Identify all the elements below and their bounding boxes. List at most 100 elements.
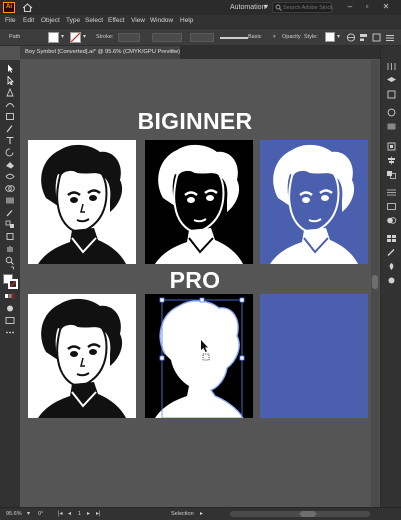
graphic-style-swatch[interactable] — [325, 32, 335, 42]
stroke-weight-field[interactable] — [118, 33, 140, 42]
horizontal-scrollbar[interactable] — [230, 511, 370, 517]
artwork-pro-blue[interactable] — [260, 294, 368, 418]
direct-selection-tool-icon[interactable] — [5, 76, 15, 85]
menu-window[interactable]: Window — [150, 17, 173, 24]
artwork-pro-black-selected[interactable] — [145, 294, 253, 418]
illustrator-logo: Ai — [3, 2, 15, 13]
properties-panel-icon[interactable] — [386, 62, 397, 71]
layers-panel-icon[interactable] — [386, 76, 397, 85]
artwork-pro-white[interactable] — [28, 294, 136, 418]
menu-edit[interactable]: Edit — [23, 17, 34, 24]
first-artboard-icon[interactable]: |◂ — [58, 510, 63, 517]
workspace-switcher[interactable]: Automation — [230, 4, 265, 11]
fill-swatch[interactable] — [48, 32, 59, 43]
boy-portrait-icon — [38, 298, 126, 418]
artboard-tool-icon[interactable] — [5, 232, 15, 241]
menu-effect[interactable]: Effect — [108, 17, 125, 24]
selection-tool-icon[interactable] — [5, 64, 15, 73]
rectangle-tool-icon[interactable] — [5, 112, 15, 121]
vertical-scrollbar[interactable] — [371, 60, 379, 507]
chevron-down-icon[interactable]: ▾ — [273, 34, 276, 40]
pen-tool-icon[interactable] — [5, 88, 15, 97]
globe-icon[interactable] — [346, 33, 356, 42]
artwork-beginner-black[interactable] — [145, 140, 253, 264]
artboard-canvas[interactable]: BIGINNER PRO — [20, 60, 371, 507]
menu-select[interactable]: Select — [85, 17, 103, 24]
artwork-beginner-blue[interactable] — [260, 140, 368, 264]
transform-panel-icon[interactable] — [386, 142, 397, 151]
chevron-right-icon[interactable]: ▸ — [200, 510, 203, 517]
libraries-panel-icon[interactable] — [386, 90, 397, 99]
symbols-panel-icon[interactable] — [386, 262, 397, 271]
brush-definition[interactable] — [190, 33, 214, 42]
last-artboard-icon[interactable]: ▸| — [96, 510, 101, 517]
edit-toolbar-icon[interactable] — [5, 328, 15, 337]
chevron-down-icon[interactable]: ▾ — [61, 33, 64, 40]
menu-type[interactable]: Type — [66, 17, 80, 24]
scrollbar-thumb[interactable] — [372, 275, 378, 289]
close-tab-icon[interactable]: × — [170, 48, 174, 55]
document-tab[interactable]: Boy Symbol [Converted].ai* @ 95.6% (CMYK… — [20, 46, 180, 59]
rotation-angle[interactable]: 0° — [38, 511, 43, 517]
chevron-down-icon[interactable]: ▾ — [264, 2, 268, 11]
eyedropper-tool-icon[interactable] — [5, 208, 15, 217]
brush-stroke-preview — [220, 37, 248, 39]
swatches-panel-icon[interactable] — [386, 234, 397, 243]
next-artboard-icon[interactable]: ▸ — [87, 510, 90, 517]
previous-artboard-icon[interactable]: ◂ — [68, 510, 71, 517]
boy-portrait-icon — [38, 144, 126, 264]
minimize-icon[interactable]: – — [344, 1, 356, 13]
type-tool-icon[interactable] — [5, 136, 15, 145]
width-tool-icon[interactable] — [5, 172, 15, 181]
zoom-tool-icon[interactable] — [5, 256, 15, 265]
gradient-tool-icon[interactable] — [5, 196, 15, 205]
none-color-icon — [70, 32, 81, 43]
curvature-tool-icon[interactable] — [5, 100, 15, 109]
close-icon[interactable]: ✕ — [380, 1, 392, 13]
artboard-number[interactable]: 1 — [78, 511, 81, 517]
variable-width-profile[interactable] — [152, 33, 182, 42]
search-input[interactable] — [283, 4, 333, 12]
draw-mode-icon[interactable] — [5, 304, 15, 313]
artwork-beginner-white[interactable] — [28, 140, 136, 264]
color-guide-icon[interactable] — [386, 122, 397, 131]
scrollbar-thumb[interactable] — [300, 511, 316, 517]
graphic-styles-panel-icon[interactable] — [386, 276, 397, 285]
shape-builder-tool-icon[interactable] — [5, 184, 15, 193]
hand-tool-icon[interactable] — [5, 244, 15, 253]
chevron-down-icon[interactable]: ▾ — [27, 510, 30, 517]
home-icon[interactable] — [22, 3, 33, 12]
transform-icon[interactable] — [372, 33, 381, 42]
stroke-panel-icon[interactable] — [386, 188, 397, 197]
menu-help[interactable]: Help — [180, 17, 193, 24]
stock-search[interactable] — [272, 2, 333, 13]
brushes-panel-icon[interactable] — [386, 248, 397, 257]
align-panel-icon[interactable] — [386, 156, 397, 165]
maximize-icon[interactable]: ▫ — [361, 1, 373, 13]
stroke-swatch[interactable] — [70, 32, 81, 43]
fill-stroke-swatches[interactable] — [3, 274, 18, 289]
collapsed-panels — [380, 46, 401, 507]
rotate-tool-icon[interactable] — [5, 148, 15, 157]
gradient-panel-icon[interactable] — [386, 202, 397, 211]
stroke-color-swatch[interactable] — [8, 279, 18, 289]
panel-menu-icon[interactable] — [386, 34, 394, 42]
paintbrush-tool-icon[interactable] — [5, 124, 15, 133]
eraser-tool-icon[interactable] — [5, 160, 15, 169]
brush-label[interactable]: Basic — [248, 34, 261, 40]
opacity-label[interactable]: Opacity — [282, 34, 301, 40]
menu-file[interactable]: File — [5, 17, 15, 24]
blend-tool-icon[interactable] — [5, 220, 15, 229]
color-panel-icon[interactable] — [386, 108, 397, 117]
transparency-panel-icon[interactable] — [386, 216, 397, 225]
pathfinder-panel-icon[interactable] — [386, 170, 397, 179]
chevron-down-icon[interactable]: ▾ — [83, 33, 86, 40]
chevron-down-icon[interactable]: ▾ — [337, 33, 340, 40]
zoom-level[interactable]: 95.6% — [6, 511, 22, 517]
screen-mode-icon[interactable] — [5, 316, 15, 325]
menu-object[interactable]: Object — [41, 17, 60, 24]
status-bar: 95.6% ▾ 0° |◂ ◂ 1 ▸ ▸| Selection ▸ — [0, 507, 401, 520]
color-mode-icons[interactable] — [5, 292, 15, 301]
menu-view[interactable]: View — [131, 17, 145, 24]
align-icon[interactable] — [359, 33, 368, 42]
